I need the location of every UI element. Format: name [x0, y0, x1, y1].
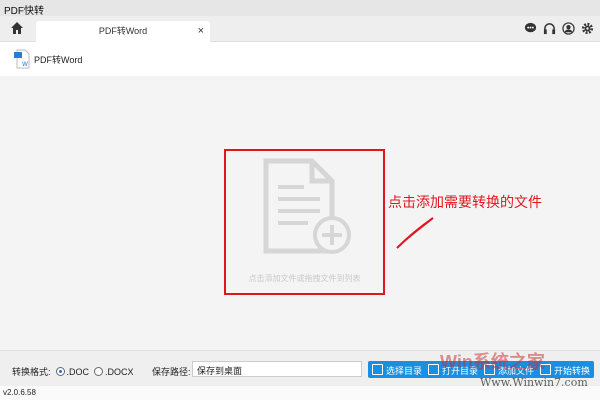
headset-icon[interactable]	[543, 22, 556, 35]
add-file-button[interactable]: 添加文件	[480, 361, 539, 378]
page-title: PDF转Word	[34, 55, 83, 65]
add-document-icon	[263, 158, 351, 254]
page-header: W PDF转Word	[0, 42, 600, 76]
add-file-dropzone[interactable]: 点击添加文件或拖拽文件到列表	[224, 149, 385, 295]
svg-text:W: W	[22, 61, 28, 68]
word-file-icon: W	[14, 49, 30, 69]
chat-icon[interactable]	[524, 22, 537, 35]
version-label: v2.0.6.58	[0, 386, 600, 400]
tab-label: PDF转Word	[98, 26, 148, 36]
title-bar: PDF快转	[0, 0, 600, 17]
close-icon[interactable]: ×	[198, 21, 204, 42]
callout-annotation: 点击添加需要转换的文件	[388, 194, 542, 210]
open-folder-button[interactable]: 打开目录	[424, 361, 483, 378]
radio-docx-label[interactable]: .DOCX	[105, 367, 134, 377]
dropzone-hint: 点击添加文件或拖拽文件到列表	[248, 274, 361, 283]
tab-bar: PDF转Word ×	[0, 16, 600, 42]
radio-doc-label[interactable]: .DOC	[67, 367, 90, 377]
radio-doc[interactable]	[55, 367, 65, 376]
format-label: 转换格式:	[12, 367, 51, 377]
home-icon[interactable]	[10, 21, 24, 35]
save-path-input[interactable]: 保存到桌面	[192, 361, 362, 377]
radio-docx[interactable]	[94, 367, 104, 376]
user-icon[interactable]	[562, 22, 575, 35]
start-convert-button[interactable]: 开始转换	[536, 361, 595, 378]
tab-pdf-to-word[interactable]: PDF转Word ×	[36, 21, 210, 42]
bottom-toolbar: 转换格式: .DOC .DOCX 保存路径: 保存到桌面 选择目录 打开目录 添…	[0, 350, 600, 386]
annotation-arrow-icon	[396, 217, 434, 249]
save-path-label: 保存路径:	[152, 367, 191, 377]
file-list-area: 点击添加文件或拖拽文件到列表 点击添加需要转换的文件	[0, 76, 600, 350]
choose-folder-button[interactable]: 选择目录	[368, 361, 427, 378]
gear-icon[interactable]	[581, 22, 594, 35]
